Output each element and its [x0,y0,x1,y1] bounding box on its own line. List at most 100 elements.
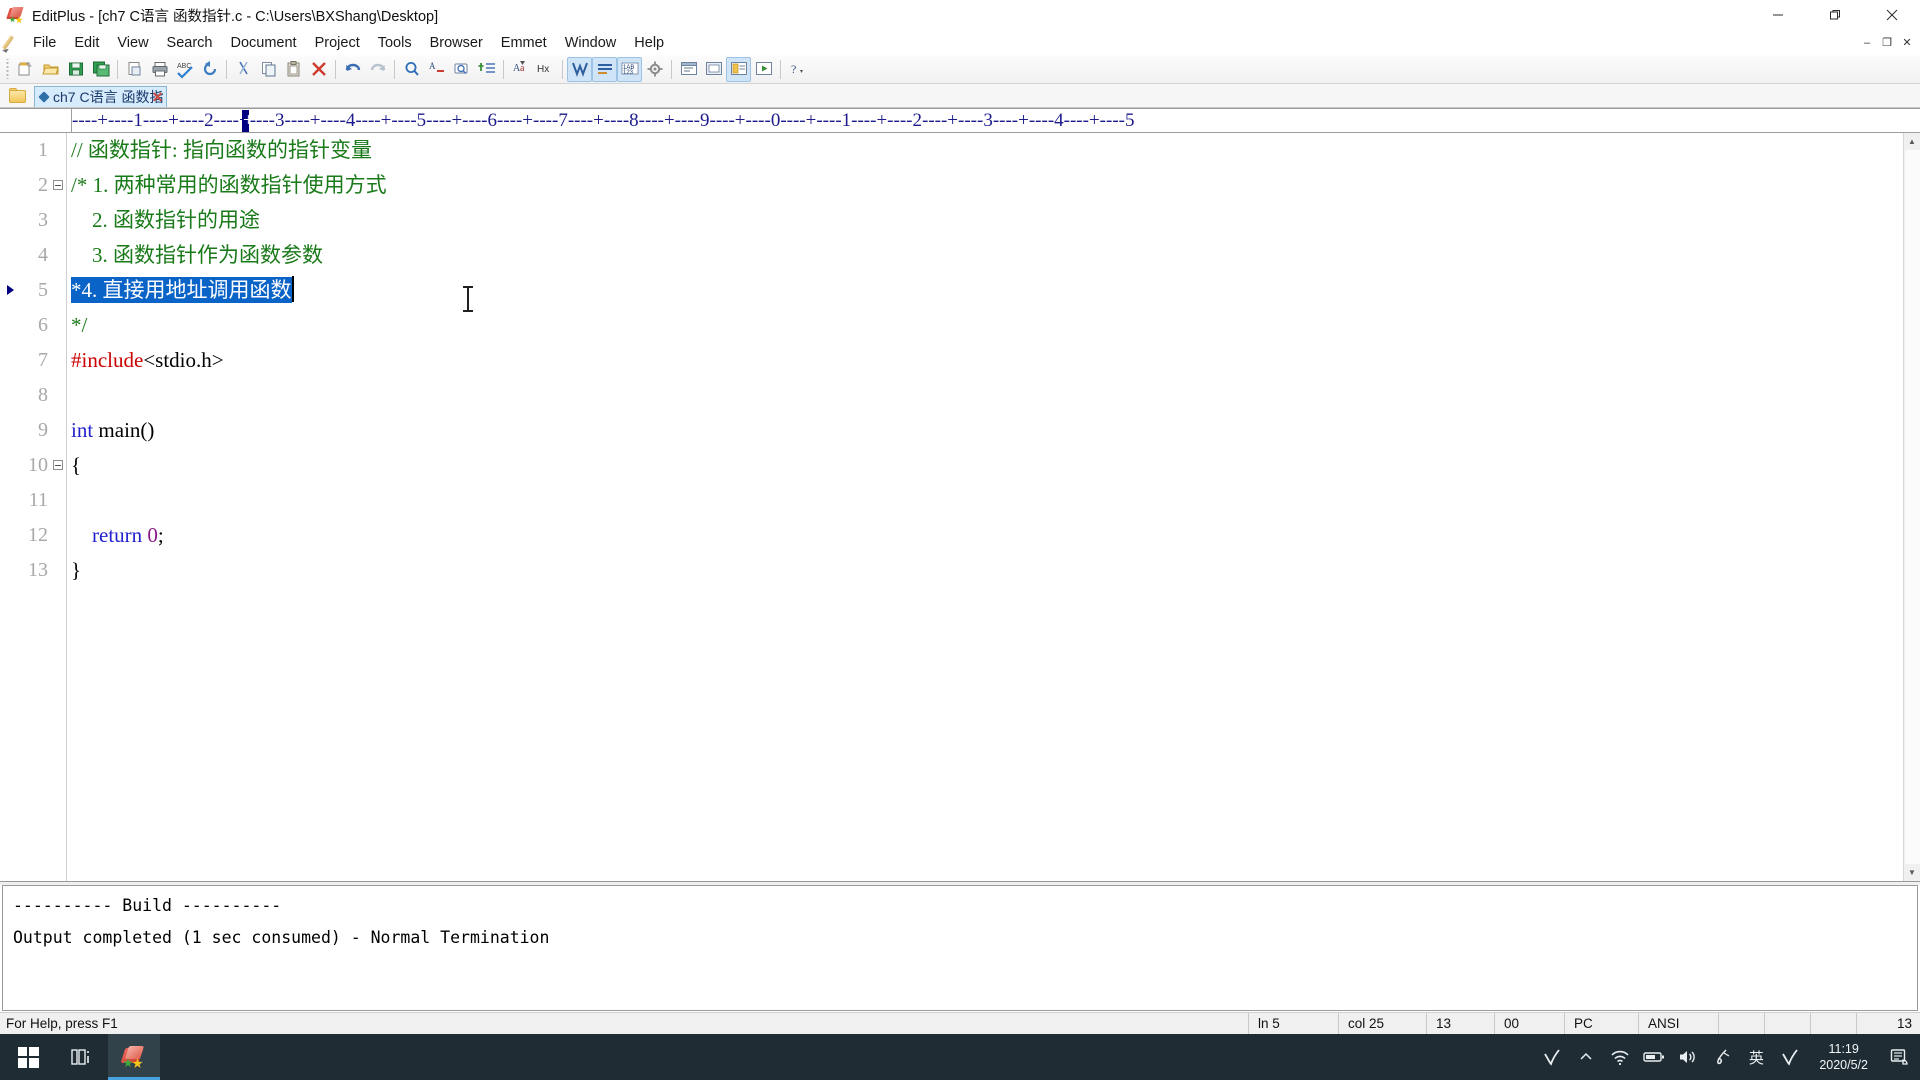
mdi-minimize-button[interactable]: – [1858,34,1876,52]
open-file-icon[interactable] [38,57,63,82]
action-center-icon[interactable] [1880,1034,1920,1080]
status-blank-2 [1764,1012,1810,1035]
battery-icon[interactable] [1637,1034,1671,1080]
line-numbers-icon[interactable]: 1AB 123 [617,56,642,82]
spellcheck-icon[interactable]: ABC [172,57,197,82]
taskbar-clock[interactable]: 11:19 2020/5/2 [1807,1034,1880,1080]
wifi-icon[interactable] [1603,1034,1637,1080]
scroll-up-arrow-icon[interactable]: ▲ [1903,133,1920,150]
fold-toggle-line10[interactable] [53,460,63,470]
save-file-icon[interactable] [63,57,88,82]
hex-viewer-icon[interactable]: Hx [533,57,558,82]
code-line[interactable]: // 函数指针: 指向函数的指针变量 [71,133,1903,168]
folder-icon[interactable] [8,87,28,105]
menu-project[interactable]: Project [306,32,369,54]
menu-emmet[interactable]: Emmet [492,32,556,54]
code-text[interactable]: // 函数指针: 指向函数的指针变量 /* 1. 两种常用的函数指针使用方式 2.… [66,133,1903,881]
tab-close-icon[interactable]: ✕ [150,90,164,104]
menu-tools[interactable]: Tools [369,32,421,54]
mdi-restore-button[interactable]: ❐ [1878,34,1896,52]
delete-icon[interactable] [306,57,331,82]
goto-line-icon[interactable] [474,57,499,82]
ime-pen-icon[interactable] [1705,1034,1739,1080]
mdi-close-button[interactable]: ✕ [1898,34,1916,52]
code-line[interactable]: /* 1. 两种常用的函数指针使用方式 [71,168,1903,203]
run-icon[interactable] [751,57,776,82]
browser-preview-icon[interactable] [676,57,701,82]
find-icon[interactable] [399,57,424,82]
scrollbar-track[interactable] [1904,150,1920,864]
menu-help[interactable]: Help [625,32,673,54]
pen-check-icon[interactable] [1535,1034,1569,1080]
paste-icon[interactable] [281,57,306,82]
maximize-button[interactable] [1806,0,1863,30]
minimize-button[interactable] [1749,0,1806,30]
menu-view[interactable]: View [108,32,157,54]
show-linebreaks-icon[interactable] [592,56,617,82]
line-number: 4 [38,244,48,266]
user-tool-icon[interactable] [701,57,726,82]
window-title: EditPlus - [ch7 C语言 函数指针.c - C:\Users\BX… [32,8,439,25]
menu-search[interactable]: Search [158,32,222,54]
copy-icon[interactable] [256,57,281,82]
redo-icon[interactable] [365,57,390,82]
save-all-icon[interactable] [88,57,113,82]
mdi-window-controls: – ❐ ✕ [1858,30,1916,55]
code-line[interactable]: 2. 函数指针的用途 [71,203,1903,238]
menu-file[interactable]: File [24,32,65,54]
editor-vertical-scrollbar[interactable]: ▲ ▼ [1903,133,1920,881]
menu-document[interactable]: Document [222,32,306,54]
code-line[interactable]: 3. 函数指针作为函数参数 [71,238,1903,273]
close-button[interactable] [1863,0,1920,30]
reload-icon[interactable] [197,57,222,82]
show-spaces-icon[interactable] [567,56,592,82]
help-icon[interactable]: ? [785,57,810,82]
undo-icon[interactable] [340,57,365,82]
fold-toggle-line2[interactable] [53,180,63,190]
ime-check-icon[interactable] [1773,1034,1807,1080]
print-icon[interactable] [147,57,172,82]
code-folding-column[interactable] [50,133,66,881]
code-line[interactable]: #include<stdio.h> [71,343,1903,378]
code-line[interactable]: } [71,553,1903,588]
mouse-text-cursor [463,286,473,312]
line-number: 11 [28,489,48,511]
bookmark-column[interactable] [0,133,22,881]
output-window[interactable]: ---------- Build ---------- Output compl… [2,885,1918,1011]
status-encoding: ANSI [1638,1012,1718,1035]
replace-icon[interactable]: A [424,57,449,82]
find-in-files-icon[interactable] [449,57,474,82]
compile-icon[interactable] [726,56,751,82]
system-tray: 英 11:19 2020/5/2 [1535,1034,1920,1080]
word-wrap-icon[interactable]: A a [508,57,533,82]
scroll-down-arrow-icon[interactable]: ▼ [1903,864,1920,881]
code-line[interactable]: int main() [71,413,1903,448]
code-line[interactable]: { [71,448,1903,483]
editplus-taskbar-icon[interactable] [108,1034,160,1080]
code-line[interactable]: return 0; [71,518,1903,553]
menu-browser[interactable]: Browser [421,32,492,54]
code-line[interactable]: */ [71,308,1903,343]
show-hidden-icons-chevron[interactable] [1569,1034,1603,1080]
document-tab-ch7[interactable]: ch7 C语言 函数指 ✕ [34,86,168,107]
toolbar-grip[interactable] [4,59,11,79]
code-editor[interactable]: 1 2 3 4 5 6 7 8 9 10 11 12 13 // 函数指针: 指… [0,133,1920,881]
svg-text:?: ? [791,62,796,76]
code-line[interactable]: *4. 直接用地址调用函数 [71,273,1903,308]
menu-edit[interactable]: Edit [65,32,108,54]
code-token: { [71,453,82,477]
ime-language-icon[interactable]: 英 [1739,1034,1773,1080]
preferences-icon[interactable] [642,57,667,82]
toolbar-separator [562,59,563,79]
task-view-icon[interactable] [56,1034,108,1080]
volume-icon[interactable] [1671,1034,1705,1080]
windows-start-icon[interactable] [0,1034,56,1080]
print-preview-icon[interactable] [122,57,147,82]
code-line[interactable] [71,483,1903,518]
menu-window[interactable]: Window [556,32,626,54]
new-file-icon[interactable] [13,57,38,82]
code-token: // 函数指针: 指向函数的指针变量 [71,138,373,162]
code-line[interactable] [71,378,1903,413]
cut-icon[interactable] [231,57,256,82]
code-token: int [71,418,94,442]
